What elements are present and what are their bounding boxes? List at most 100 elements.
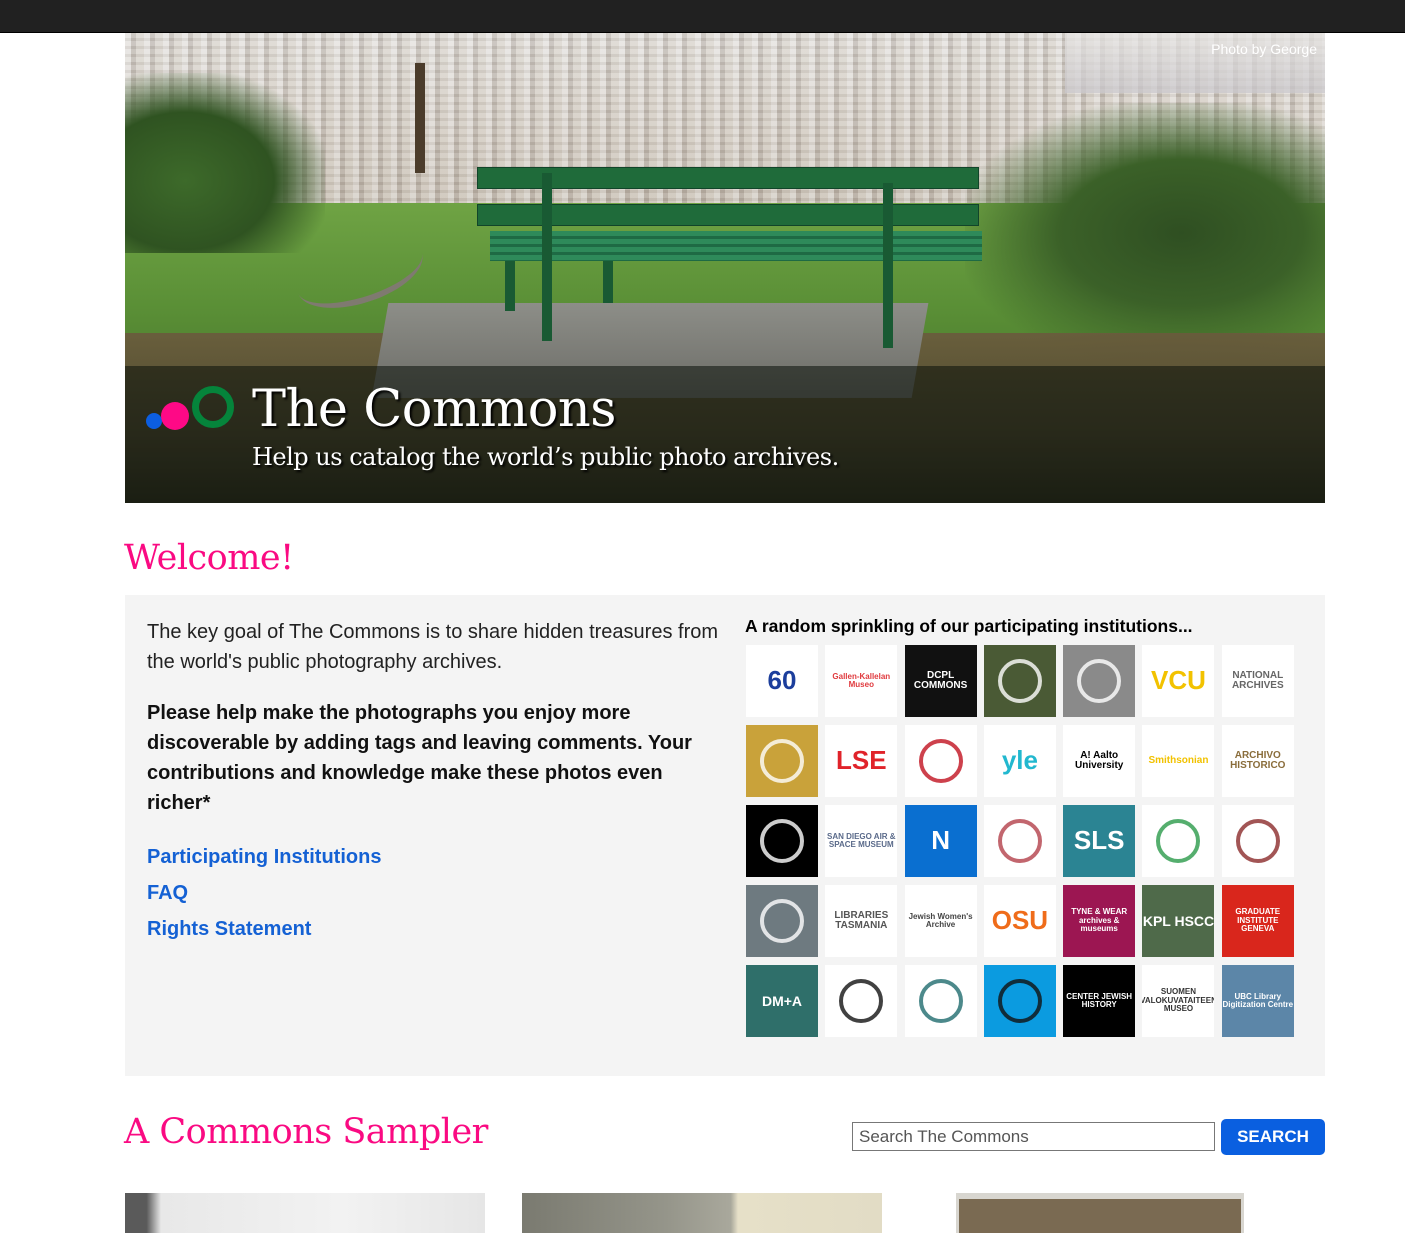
institution-logo-text: UBC Library Digitization Centre bbox=[1222, 991, 1294, 1009]
institution-logo-cornell-university[interactable] bbox=[983, 805, 1056, 877]
hero-trees-left bbox=[125, 73, 325, 253]
bench-leg bbox=[542, 173, 552, 341]
institution-logo-red-dots-logo[interactable] bbox=[904, 725, 977, 797]
institution-logo-dma[interactable]: DM+A bbox=[746, 965, 818, 1037]
institution-logo-archivo-historico[interactable]: ARCHIVO HISTORICO bbox=[1221, 725, 1294, 797]
institution-logo-pioneer-museum-archives[interactable] bbox=[825, 965, 898, 1037]
welcome-panel: The key goal of The Commons is to share … bbox=[125, 595, 1325, 1076]
commons-logo-icon[interactable] bbox=[146, 384, 236, 434]
institution-logo-text: LSE bbox=[836, 745, 887, 776]
institution-logo-text: GRADUATE INSTITUTE GENEVA bbox=[1235, 907, 1281, 934]
institution-logo-compass-rose[interactable] bbox=[1221, 805, 1294, 877]
institution-logo-compass-n-logo[interactable]: N bbox=[904, 805, 977, 877]
faq-link[interactable]: FAQ bbox=[147, 875, 381, 911]
institution-logo-text: LIBRARIES TASMANIA bbox=[834, 909, 889, 931]
institution-logo-building-photo[interactable] bbox=[746, 885, 818, 957]
site-title[interactable]: The Commons bbox=[252, 380, 616, 439]
bench-leg bbox=[883, 183, 893, 348]
sampler-heading: A Commons Sampler bbox=[124, 1112, 488, 1152]
institution-logo-graphic bbox=[1156, 819, 1201, 863]
institution-logo-center-for-jewish-history[interactable]: CENTER JEWISH HISTORY bbox=[1063, 965, 1136, 1037]
institution-logo-text: yle bbox=[1001, 745, 1038, 776]
institution-logo-graphic bbox=[918, 979, 963, 1023]
institution-logo-graphic bbox=[1235, 819, 1280, 863]
institution-logo-text: VCU bbox=[1151, 665, 1206, 696]
institution-logo-text: Jewish Women's Archive bbox=[908, 911, 973, 929]
sampler-photo[interactable] bbox=[956, 1193, 1244, 1233]
institution-logo-forest-cabin-photo[interactable] bbox=[983, 645, 1056, 717]
institution-logo-text: OSU bbox=[991, 905, 1049, 936]
sampler-photo[interactable] bbox=[522, 1193, 882, 1233]
institution-logo-text: DM+A bbox=[761, 992, 803, 1009]
institution-logo-teal-rosette[interactable] bbox=[904, 965, 977, 1037]
institution-logo-lse[interactable]: LSE bbox=[825, 725, 898, 797]
institution-logo-graphic bbox=[997, 979, 1042, 1023]
institution-logo-text: TYNE & WEAR archives & museums bbox=[1071, 907, 1128, 934]
participating-institutions-link[interactable]: Participating Institutions bbox=[147, 839, 381, 875]
institution-logo-dcpl-commons[interactable]: DCPL COMMONS bbox=[904, 645, 977, 717]
institution-logo-text: KPL HSCC bbox=[1142, 912, 1215, 929]
institution-logo-yle[interactable]: yle bbox=[983, 725, 1056, 797]
institution-logo-oregon-state-university[interactable]: OSU bbox=[983, 885, 1056, 957]
institution-logo-text: ARCHIVO HISTORICO bbox=[1230, 749, 1286, 771]
rights-statement-link[interactable]: Rights Statement bbox=[147, 911, 381, 947]
hero-banner: Photo by George The Commons Help us cata… bbox=[125, 33, 1325, 503]
institution-logo-jewish-womens-archive[interactable]: Jewish Women's Archive bbox=[904, 885, 977, 957]
institution-logo-san-diego-air-space-museum[interactable]: SAN DIEGO AIR & SPACE MUSEUM bbox=[825, 805, 898, 877]
institution-logo-graphic bbox=[760, 819, 804, 863]
pink-dot-icon bbox=[161, 402, 189, 430]
site-tagline: Help us catalog the world’s public photo… bbox=[252, 443, 839, 471]
bench-backrest bbox=[477, 167, 979, 189]
blue-dot-icon bbox=[146, 413, 162, 429]
bench-seat bbox=[490, 231, 982, 261]
institution-logo-graphic bbox=[997, 819, 1042, 863]
institution-logo-kpl-hscc[interactable]: KPL HSCC bbox=[1142, 885, 1215, 957]
institution-logo-text: SLS bbox=[1073, 825, 1125, 856]
welcome-links: Participating Institutions FAQ Rights St… bbox=[147, 839, 381, 947]
institution-logo-text: DCPL COMMONS bbox=[913, 669, 968, 691]
institution-logo-gallen-kallelan-museo[interactable]: Gallen-Kallelan Museo bbox=[825, 645, 898, 717]
search-button[interactable]: SEARCH bbox=[1221, 1119, 1325, 1155]
institution-logo-tyne-wear-archives-museums[interactable]: TYNE & WEAR archives & museums bbox=[1063, 885, 1136, 957]
institution-logo-text: Gallen-Kallelan Museo bbox=[832, 671, 891, 689]
hero-trees-right bbox=[965, 103, 1325, 363]
institution-logo-text: 60 bbox=[767, 665, 797, 696]
institution-logo-sls[interactable]: SLS bbox=[1063, 805, 1136, 877]
institution-logo-graphic bbox=[760, 899, 804, 943]
institution-logo-graphic bbox=[918, 739, 963, 783]
institution-logo-dove-logo[interactable] bbox=[1142, 805, 1215, 877]
institution-logo-suomen-valokuvataiteen-museo[interactable]: SUOMEN VALOKUVATAITEEN MUSEO bbox=[1142, 965, 1215, 1037]
intro-text: The key goal of The Commons is to share … bbox=[147, 621, 719, 673]
institution-logo-graphic bbox=[997, 659, 1042, 703]
institution-logo-text: NATIONAL ARCHIVES bbox=[1231, 669, 1284, 691]
institution-logo-text: SUOMEN VALOKUVATAITEEN MUSEO bbox=[1142, 987, 1215, 1014]
welcome-heading: Welcome! bbox=[124, 538, 294, 578]
institution-logo-aalto-university[interactable]: A! Aalto University bbox=[1063, 725, 1136, 797]
institution-logo-graphic bbox=[1077, 659, 1122, 703]
institution-logo-libraries-tasmania[interactable]: LIBRARIES TASMANIA bbox=[825, 885, 898, 957]
institution-logo-virginia-commonwealth-university[interactable]: VCU bbox=[1142, 645, 1215, 717]
institution-logo-smithsonian[interactable]: Smithsonian bbox=[1142, 725, 1215, 797]
institution-logo-text: Smithsonian bbox=[1148, 754, 1209, 766]
photo-credit: Photo by George bbox=[1211, 41, 1317, 57]
institution-logo-graphic bbox=[839, 979, 884, 1023]
hero-palm bbox=[415, 63, 425, 173]
institution-logo-black-lines-logo[interactable] bbox=[746, 805, 818, 877]
institution-logo-golden-handwriting[interactable] bbox=[746, 725, 818, 797]
green-ring-icon bbox=[192, 386, 234, 428]
institution-logo-graduate-institute-geneva[interactable]: GRADUATE INSTITUTE GENEVA bbox=[1221, 885, 1294, 957]
institution-logo-60-anniversary-seal[interactable]: 60 bbox=[746, 645, 818, 717]
sampler-photo[interactable] bbox=[125, 1193, 485, 1233]
institution-logo-ubc-library-digitization-centre[interactable]: UBC Library Digitization Centre bbox=[1221, 965, 1294, 1037]
institutions-heading: A random sprinkling of our participating… bbox=[745, 616, 1193, 636]
institution-logo-text: A! Aalto University bbox=[1075, 749, 1124, 771]
institution-logo-text: SAN DIEGO AIR & SPACE MUSEUM bbox=[826, 831, 896, 849]
bench-backrest bbox=[477, 204, 979, 226]
institutions-grid: 60 Gallen-Kallelan Museo DCPL COMMONS VCU NA… bbox=[746, 645, 1294, 1037]
institution-logo-train-horse-logo[interactable] bbox=[983, 965, 1056, 1037]
institution-logo-national-archives[interactable]: NATIONAL ARCHIVES bbox=[1221, 645, 1294, 717]
institution-logo-portrait-photo[interactable] bbox=[1063, 645, 1136, 717]
search-input[interactable] bbox=[852, 1122, 1215, 1151]
bench-leg bbox=[603, 261, 613, 303]
callout-text: Please help make the photographs you enj… bbox=[147, 702, 692, 814]
